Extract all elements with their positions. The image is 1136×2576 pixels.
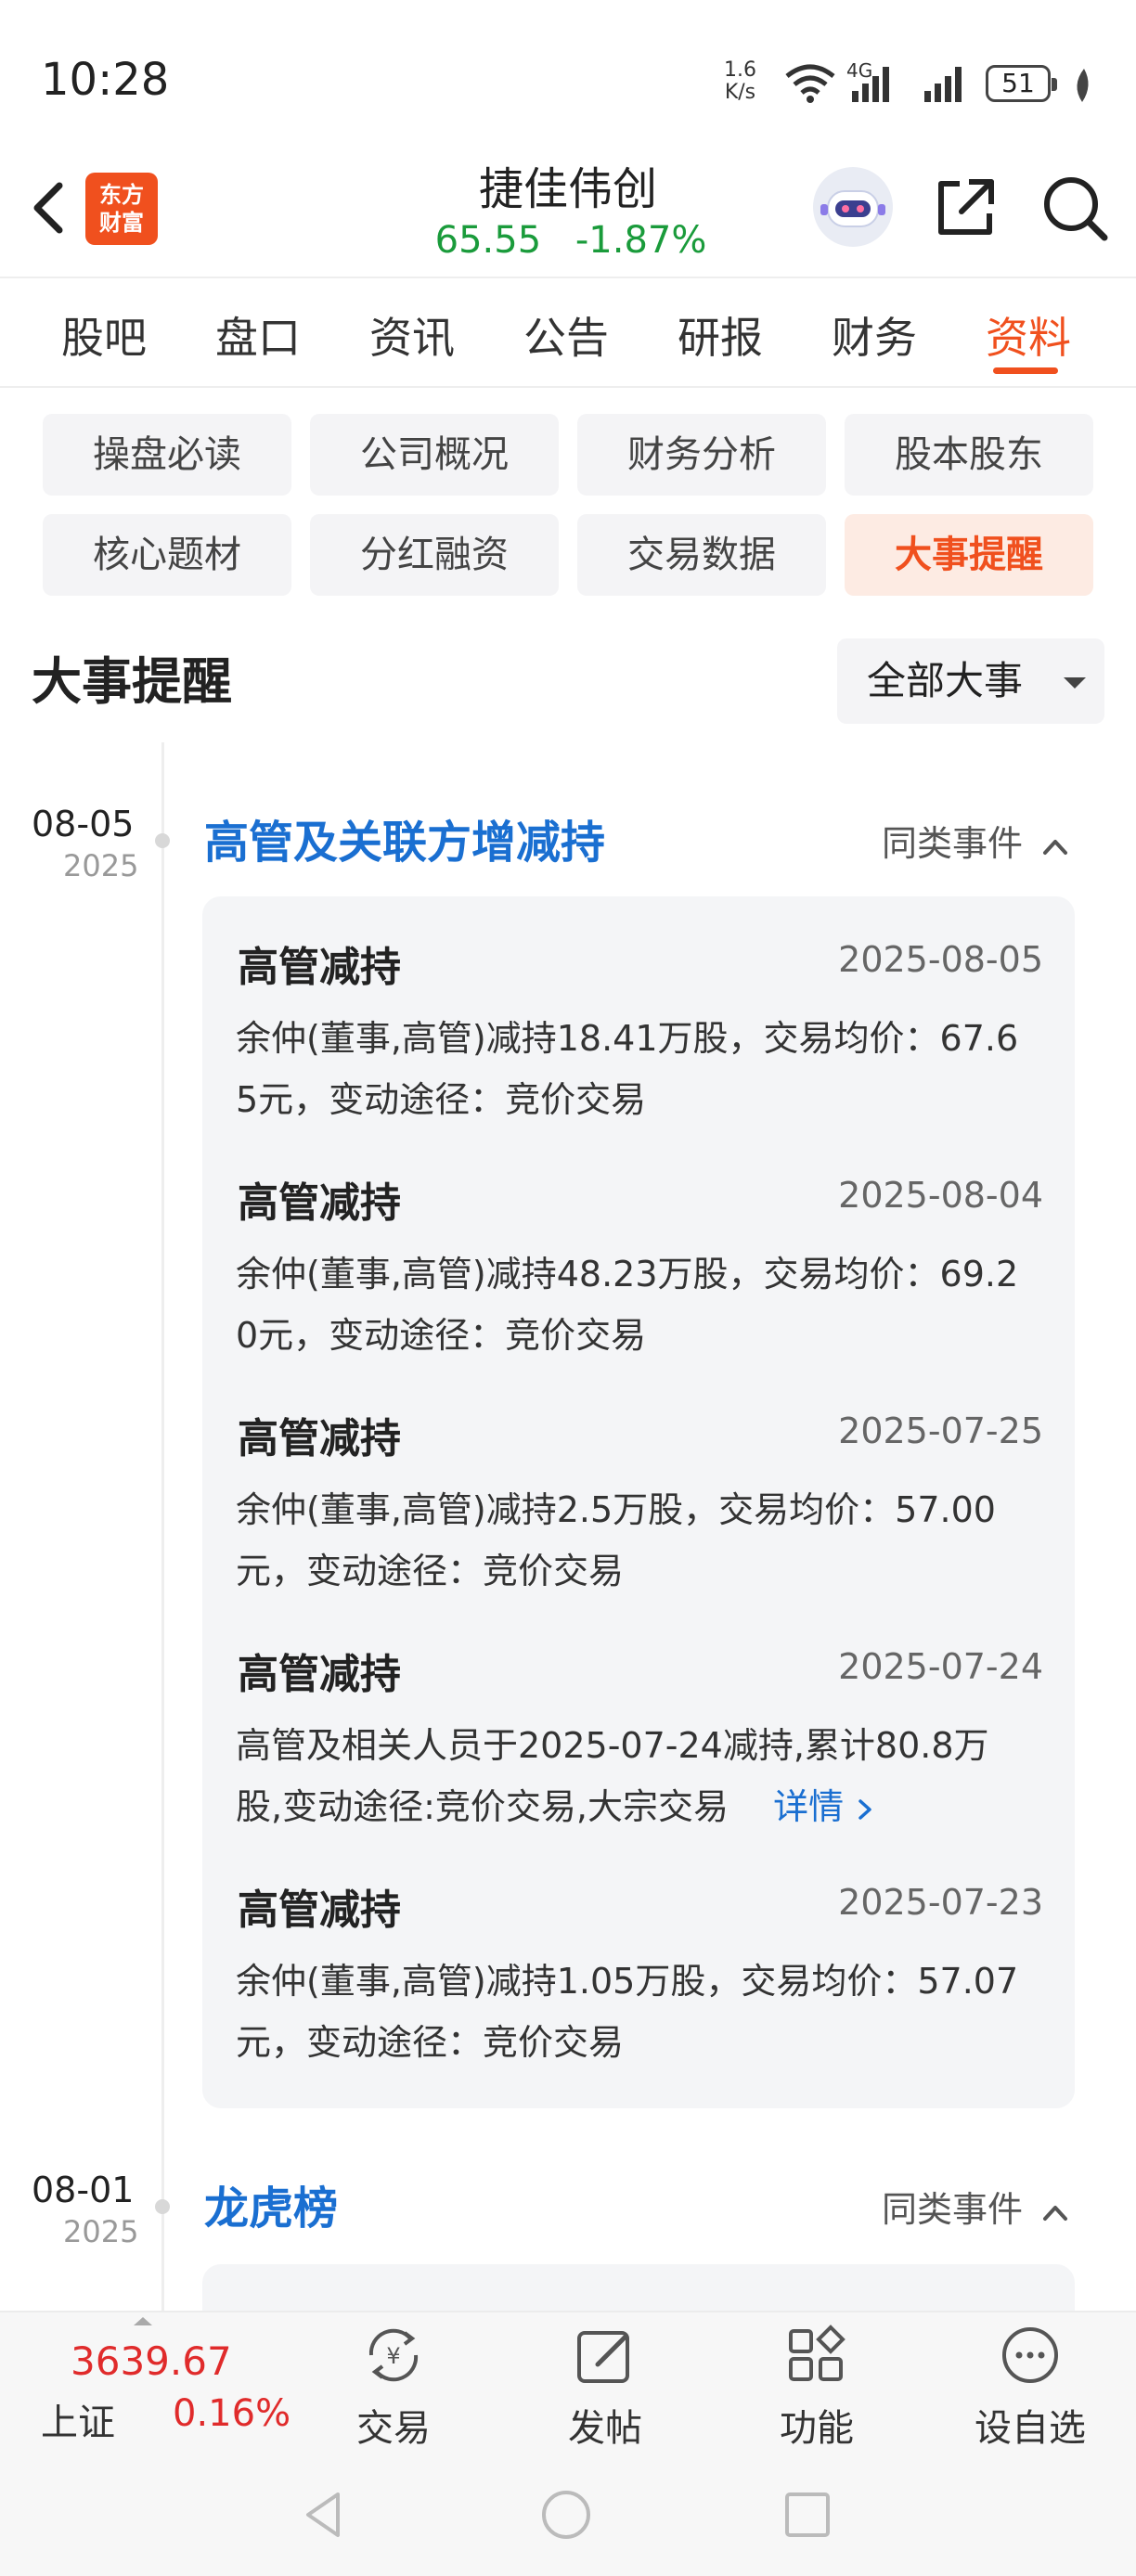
- index-name[interactable]: 上证: [41, 2392, 115, 2446]
- active-tab-indicator: [993, 367, 1058, 374]
- grid-icon: [789, 2325, 846, 2381]
- chevron-right-icon: [858, 1798, 871, 1820]
- subnav-trading-data[interactable]: 交易数据: [577, 514, 826, 596]
- chevron-up-icon: [1043, 2205, 1068, 2221]
- subnav-trading-guide[interactable]: 操盘必读: [43, 414, 291, 496]
- item-date: 2025-07-24: [838, 1646, 1043, 1687]
- system-home-icon[interactable]: [538, 2487, 594, 2543]
- assistant-bot-icon[interactable]: [813, 167, 893, 247]
- index-change[interactable]: 0.16%: [173, 2392, 290, 2435]
- stock-name: 捷佳伟创: [478, 163, 657, 215]
- share-icon[interactable]: [928, 171, 1002, 245]
- caret-up-icon: [134, 2317, 152, 2325]
- status-bar: 10:28 1.6 K/s 4G 51: [0, 0, 1136, 158]
- item-description: 余仲(董事,高管)减持18.41万股，交易均价：67.6 5元，变动途径：竞价交…: [236, 1018, 1019, 1120]
- tab-news[interactable]: 资讯: [369, 304, 455, 366]
- subnav-major-events[interactable]: 大事提醒: [845, 514, 1093, 596]
- item-title: 高管减持: [238, 944, 401, 991]
- nav-trade[interactable]: ¥ 交易: [329, 2320, 458, 2452]
- event-year: 2025: [63, 848, 139, 883]
- item-title: 高管减持: [238, 1179, 401, 1227]
- nav-post[interactable]: 发帖: [540, 2320, 670, 2452]
- same-type-toggle[interactable]: 同类事件: [882, 815, 1071, 866]
- timeline-line: [161, 742, 164, 2311]
- more-icon: [1002, 2327, 1058, 2383]
- nav-add-watchlist[interactable]: 设自选: [965, 2320, 1095, 2452]
- wifi-icon: [785, 64, 835, 103]
- stock-quote: 65.55 -1.87%: [408, 219, 733, 262]
- stock-price: 65.55: [434, 219, 542, 262]
- network-speed: 1.6 K/s: [724, 58, 756, 104]
- nav-functions[interactable]: 功能: [752, 2320, 882, 2452]
- event-date: 08-05: [32, 804, 135, 844]
- chevron-up-icon: [1043, 839, 1068, 855]
- timeline-dot: [155, 833, 170, 848]
- index-value[interactable]: 3639.67: [71, 2338, 232, 2384]
- svg-text:¥: ¥: [386, 2343, 400, 2369]
- item-title: 高管减持: [238, 1651, 401, 1698]
- tab-guba[interactable]: 股吧: [61, 304, 147, 366]
- battery-icon: 51: [986, 65, 1057, 102]
- subnav-dividends[interactable]: 分红融资: [310, 514, 559, 596]
- item-description: 余仲(董事,高管)减持1.05万股，交易均价：57.07 元，变动途径：竞价交易: [236, 1961, 1019, 2063]
- trade-icon: ¥: [368, 2328, 419, 2382]
- subnav-company-overview[interactable]: 公司概况: [310, 414, 559, 496]
- event-title[interactable]: 高管及关联方增减持: [204, 805, 605, 870]
- tab-pankou[interactable]: 盘口: [215, 304, 301, 366]
- system-back-icon[interactable]: [297, 2487, 353, 2543]
- item-title: 高管减持: [238, 1415, 401, 1462]
- item-description: 余仲(董事,高管)减持2.5万股，交易均价：57.00 元，变动途径：竞价交易: [236, 1489, 996, 1591]
- detail-link[interactable]: 详情: [773, 1786, 875, 1827]
- event-filter-dropdown[interactable]: 全部大事: [837, 638, 1104, 724]
- tab-announcements[interactable]: 公告: [523, 304, 609, 366]
- event-date: 08-01: [32, 2170, 135, 2210]
- event-title[interactable]: 龙虎榜: [204, 2171, 338, 2236]
- subnav-core-themes[interactable]: 核心题材: [43, 514, 291, 596]
- back-button[interactable]: [22, 174, 78, 241]
- same-type-toggle[interactable]: 同类事件: [882, 2181, 1071, 2232]
- stock-change: -1.87%: [574, 219, 707, 262]
- item-title: 高管减持: [238, 1887, 401, 1934]
- system-recents-icon[interactable]: [780, 2487, 835, 2543]
- section-title: 大事提醒: [32, 652, 232, 711]
- leaf-icon: [1077, 69, 1089, 102]
- cell-signal-2-icon: [924, 67, 962, 102]
- tab-research[interactable]: 研报: [678, 304, 763, 366]
- subnav-financial-analysis[interactable]: 财务分析: [577, 414, 826, 496]
- item-date: 2025-07-23: [838, 1882, 1043, 1923]
- tab-profile[interactable]: 资料: [986, 304, 1071, 366]
- subnav-shareholders[interactable]: 股本股东: [845, 414, 1093, 496]
- tab-finance[interactable]: 财务: [832, 304, 917, 366]
- item-description: 余仲(董事,高管)减持48.23万股，交易均价：69.2 0元，变动途径：竞价交…: [236, 1254, 1019, 1356]
- robot-icon: [820, 190, 885, 227]
- search-icon[interactable]: [1038, 171, 1112, 245]
- item-date: 2025-07-25: [838, 1410, 1043, 1451]
- event-year: 2025: [63, 2214, 139, 2249]
- item-date: 2025-08-04: [838, 1175, 1043, 1216]
- edit-icon: [577, 2331, 629, 2383]
- app-logo: 东方 财富: [85, 173, 158, 245]
- item-date: 2025-08-05: [838, 939, 1043, 980]
- timeline-dot: [155, 2199, 170, 2214]
- status-time: 10:28: [41, 54, 170, 106]
- tabs-divider: [0, 386, 1136, 388]
- cell-signal-icon: [852, 67, 889, 102]
- item-description: 高管及相关人员于2025-07-24减持,累计80.8万 股,变动途径:竞价交易…: [236, 1725, 989, 1827]
